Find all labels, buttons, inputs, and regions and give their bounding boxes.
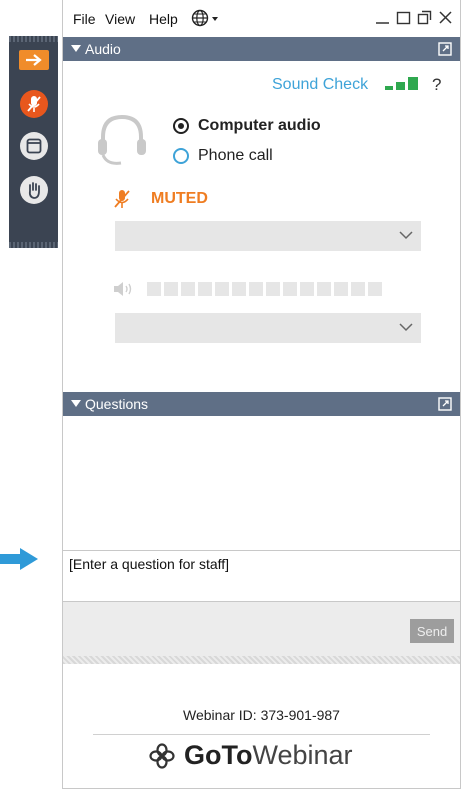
questions-section-header[interactable]: Questions <box>63 392 460 416</box>
help-button[interactable]: ? <box>432 75 441 95</box>
restore-icon[interactable] <box>395 9 412 26</box>
expand-button[interactable] <box>19 50 49 70</box>
footer: Webinar ID: 373-901-987 Go To Webinar <box>63 664 460 788</box>
mic-status: MUTED <box>113 189 208 209</box>
menu-file[interactable]: File <box>73 11 96 27</box>
signal-strength-icon <box>385 77 418 90</box>
menu-bar: File View Help <box>63 0 460 36</box>
raise-hand-icon <box>28 182 40 199</box>
send-button[interactable]: Send <box>410 619 454 643</box>
window-icon <box>26 138 42 154</box>
chevron-down-icon <box>399 323 413 332</box>
resize-grip[interactable] <box>63 656 460 664</box>
headset-icon <box>98 114 146 165</box>
phone-call-option[interactable]: Phone call <box>173 147 273 165</box>
mic-toggle-button[interactable] <box>20 90 48 118</box>
mic-muted-icon <box>27 96 41 112</box>
questions-log <box>63 416 460 550</box>
computer-audio-option[interactable]: Computer audio <box>173 117 321 135</box>
menu-help[interactable]: Help <box>149 11 178 27</box>
expand-arrow-icon <box>26 54 42 66</box>
popout-icon[interactable] <box>416 9 433 26</box>
phone-call-label: Phone call <box>198 147 273 164</box>
brand-go: Go <box>184 740 222 770</box>
collapse-triangle-icon <box>71 45 81 52</box>
sound-check-link[interactable]: Sound Check <box>272 76 368 94</box>
microphone-select[interactable] <box>115 221 421 251</box>
gotowebinar-logo-icon <box>149 742 175 769</box>
window-controls <box>374 9 454 26</box>
menu-view[interactable]: View <box>105 11 135 27</box>
minimize-icon[interactable] <box>374 9 391 26</box>
brand-logo: Go To Webinar <box>148 740 353 771</box>
question-input-text: [Enter a question for staff] <box>69 556 230 572</box>
questions-section-title: Questions <box>85 396 149 412</box>
mic-muted-icon <box>114 190 130 208</box>
collapse-triangle-icon <box>71 400 81 407</box>
audio-section-title: Audio <box>85 41 121 57</box>
language-menu[interactable] <box>191 9 221 30</box>
chevron-down-icon <box>399 231 413 240</box>
popout-icon[interactable] <box>438 397 452 411</box>
brand-to: To <box>221 740 253 770</box>
pointer-arrow-icon <box>0 548 38 570</box>
computer-audio-label: Computer audio <box>198 117 321 134</box>
divider <box>93 734 430 735</box>
globe-icon <box>191 9 218 27</box>
rail-grip[interactable] <box>9 36 58 42</box>
speaker-level-row <box>113 281 382 297</box>
brand-webinar: Webinar <box>252 740 353 770</box>
popout-icon[interactable] <box>438 42 452 56</box>
audio-section-header[interactable]: Audio <box>63 37 460 61</box>
radio-unselected-icon[interactable] <box>173 148 189 164</box>
speaker-select[interactable] <box>115 313 421 343</box>
muted-label: MUTED <box>151 190 208 207</box>
close-icon[interactable] <box>437 9 454 26</box>
send-area: Send <box>63 602 460 656</box>
control-panel: File View Help Audio Sound Check ? Compu… <box>62 0 461 789</box>
radio-selected-icon[interactable] <box>173 118 189 134</box>
speaker-icon <box>114 282 132 296</box>
control-rail <box>9 36 58 248</box>
raise-hand-button[interactable] <box>20 176 48 204</box>
rail-grip[interactable] <box>9 242 58 248</box>
webinar-id: Webinar ID: 373-901-987 <box>183 707 340 723</box>
audio-panel: Sound Check ? Computer audio Phone call <box>63 61 460 392</box>
window-toggle-button[interactable] <box>20 132 48 160</box>
speaker-level-meter <box>147 282 382 296</box>
